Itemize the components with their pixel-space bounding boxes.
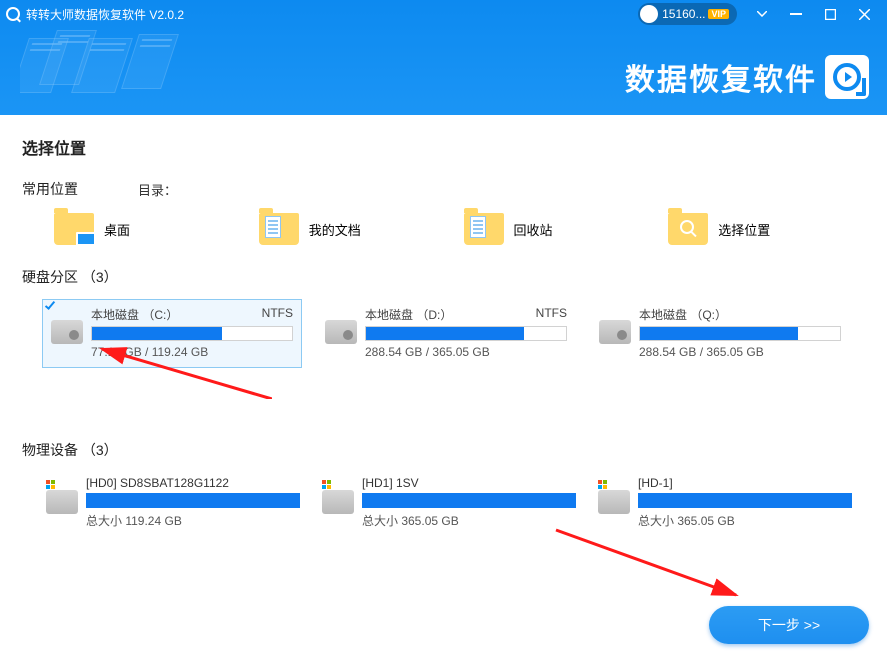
window-controls bbox=[745, 0, 881, 28]
device-card[interactable]: [HD1] 1SV 总大小 365.05 GB bbox=[318, 472, 580, 533]
device-bar bbox=[86, 493, 300, 508]
location-label: 回收站 bbox=[514, 220, 553, 239]
device-name: [HD1] 1SV bbox=[362, 476, 576, 490]
device-name: [HD0] SD8SBAT128G1122 bbox=[86, 476, 300, 490]
partition-fs: NTFS bbox=[536, 306, 567, 323]
location-choose[interactable]: 选择位置 bbox=[668, 213, 865, 245]
disk-icon bbox=[51, 320, 83, 344]
folder-icon bbox=[54, 213, 94, 245]
common-locations-row: 桌面 我的文档 回收站 选择位置 bbox=[22, 213, 865, 245]
disk-icon bbox=[599, 320, 631, 344]
user-id: 15160... bbox=[662, 7, 705, 21]
partition-card[interactable]: 本地磁盘 （D:） NTFS 288.54 GB / 365.05 GB bbox=[316, 299, 576, 368]
brand-area: 数据恢复软件 bbox=[625, 55, 869, 99]
device-icon bbox=[46, 490, 78, 514]
location-desktop[interactable]: 桌面 bbox=[54, 213, 251, 245]
close-button[interactable] bbox=[847, 0, 881, 28]
partition-card[interactable]: 本地磁盘 （Q:） 288.54 GB / 365.05 GB bbox=[590, 299, 850, 368]
partition-size: 288.54 GB / 365.05 GB bbox=[639, 345, 841, 359]
app-header: 转转大师数据恢复软件 V2.0.2 15160... VIP bbox=[0, 0, 887, 115]
device-icon bbox=[598, 490, 630, 514]
device-icon bbox=[322, 490, 354, 514]
common-locations-label: 常用位置 bbox=[22, 179, 78, 199]
maximize-button[interactable] bbox=[813, 0, 847, 28]
user-chip[interactable]: 15160... VIP bbox=[638, 3, 737, 25]
device-bar bbox=[638, 493, 852, 508]
directory-label: 目录： bbox=[138, 180, 177, 199]
app-logo-icon bbox=[6, 7, 20, 21]
partition-name: 本地磁盘 （Q:） bbox=[639, 306, 727, 323]
folder-icon bbox=[668, 213, 708, 245]
device-name: [HD-1] bbox=[638, 476, 852, 490]
partition-size: 77.13 GB / 119.24 GB bbox=[91, 345, 293, 359]
location-recycle-bin[interactable]: 回收站 bbox=[464, 213, 661, 245]
vip-badge: VIP bbox=[708, 9, 729, 19]
header-decoration bbox=[20, 30, 200, 100]
device-card[interactable]: [HD-1] 总大小 365.05 GB bbox=[594, 472, 856, 533]
device-card[interactable]: [HD0] SD8SBAT128G1122 总大小 119.24 GB bbox=[42, 472, 304, 533]
folder-icon bbox=[259, 213, 299, 245]
check-icon bbox=[45, 299, 55, 310]
content-area: 选择位置 常用位置 目录： 桌面 我的文档 回收站 选择位置 硬盘分区 （3） bbox=[0, 115, 887, 533]
folder-icon bbox=[464, 213, 504, 245]
title-bar: 转转大师数据恢复软件 V2.0.2 15160... VIP bbox=[0, 0, 887, 28]
next-button[interactable]: 下一步 >> bbox=[709, 606, 869, 644]
brand-logo-icon bbox=[825, 55, 869, 99]
device-size: 总大小 365.05 GB bbox=[638, 512, 852, 529]
devices-row: [HD0] SD8SBAT128G1122 总大小 119.24 GB [HD1… bbox=[22, 472, 865, 533]
partition-name: 本地磁盘 （D:） bbox=[365, 306, 452, 323]
partition-fs: NTFS bbox=[262, 306, 293, 323]
location-documents[interactable]: 我的文档 bbox=[259, 213, 456, 245]
partition-card[interactable]: 本地磁盘 （C:） NTFS 77.13 GB / 119.24 GB bbox=[42, 299, 302, 368]
partition-size: 288.54 GB / 365.05 GB bbox=[365, 345, 567, 359]
brand-text: 数据恢复软件 bbox=[625, 55, 817, 99]
devices-header: 物理设备 （3） bbox=[22, 440, 865, 460]
page-title: 选择位置 bbox=[22, 135, 865, 159]
partition-name: 本地磁盘 （C:） bbox=[91, 306, 178, 323]
app-title: 转转大师数据恢复软件 V2.0.2 bbox=[26, 6, 184, 23]
location-label: 我的文档 bbox=[309, 220, 361, 239]
usage-bar bbox=[91, 326, 293, 341]
partitions-row: 本地磁盘 （C:） NTFS 77.13 GB / 119.24 GB 本地磁盘… bbox=[22, 299, 865, 368]
location-label: 桌面 bbox=[104, 220, 130, 239]
avatar bbox=[640, 5, 658, 23]
dropdown-icon[interactable] bbox=[745, 0, 779, 28]
location-label: 选择位置 bbox=[718, 220, 770, 239]
device-size: 总大小 119.24 GB bbox=[86, 512, 300, 529]
partitions-header: 硬盘分区 （3） bbox=[22, 267, 865, 287]
device-size: 总大小 365.05 GB bbox=[362, 512, 576, 529]
usage-bar bbox=[639, 326, 841, 341]
usage-bar bbox=[365, 326, 567, 341]
common-locations-header: 常用位置 目录： bbox=[22, 179, 865, 199]
annotation-arrow bbox=[546, 525, 746, 605]
minimize-button[interactable] bbox=[779, 0, 813, 28]
disk-icon bbox=[325, 320, 357, 344]
device-bar bbox=[362, 493, 576, 508]
